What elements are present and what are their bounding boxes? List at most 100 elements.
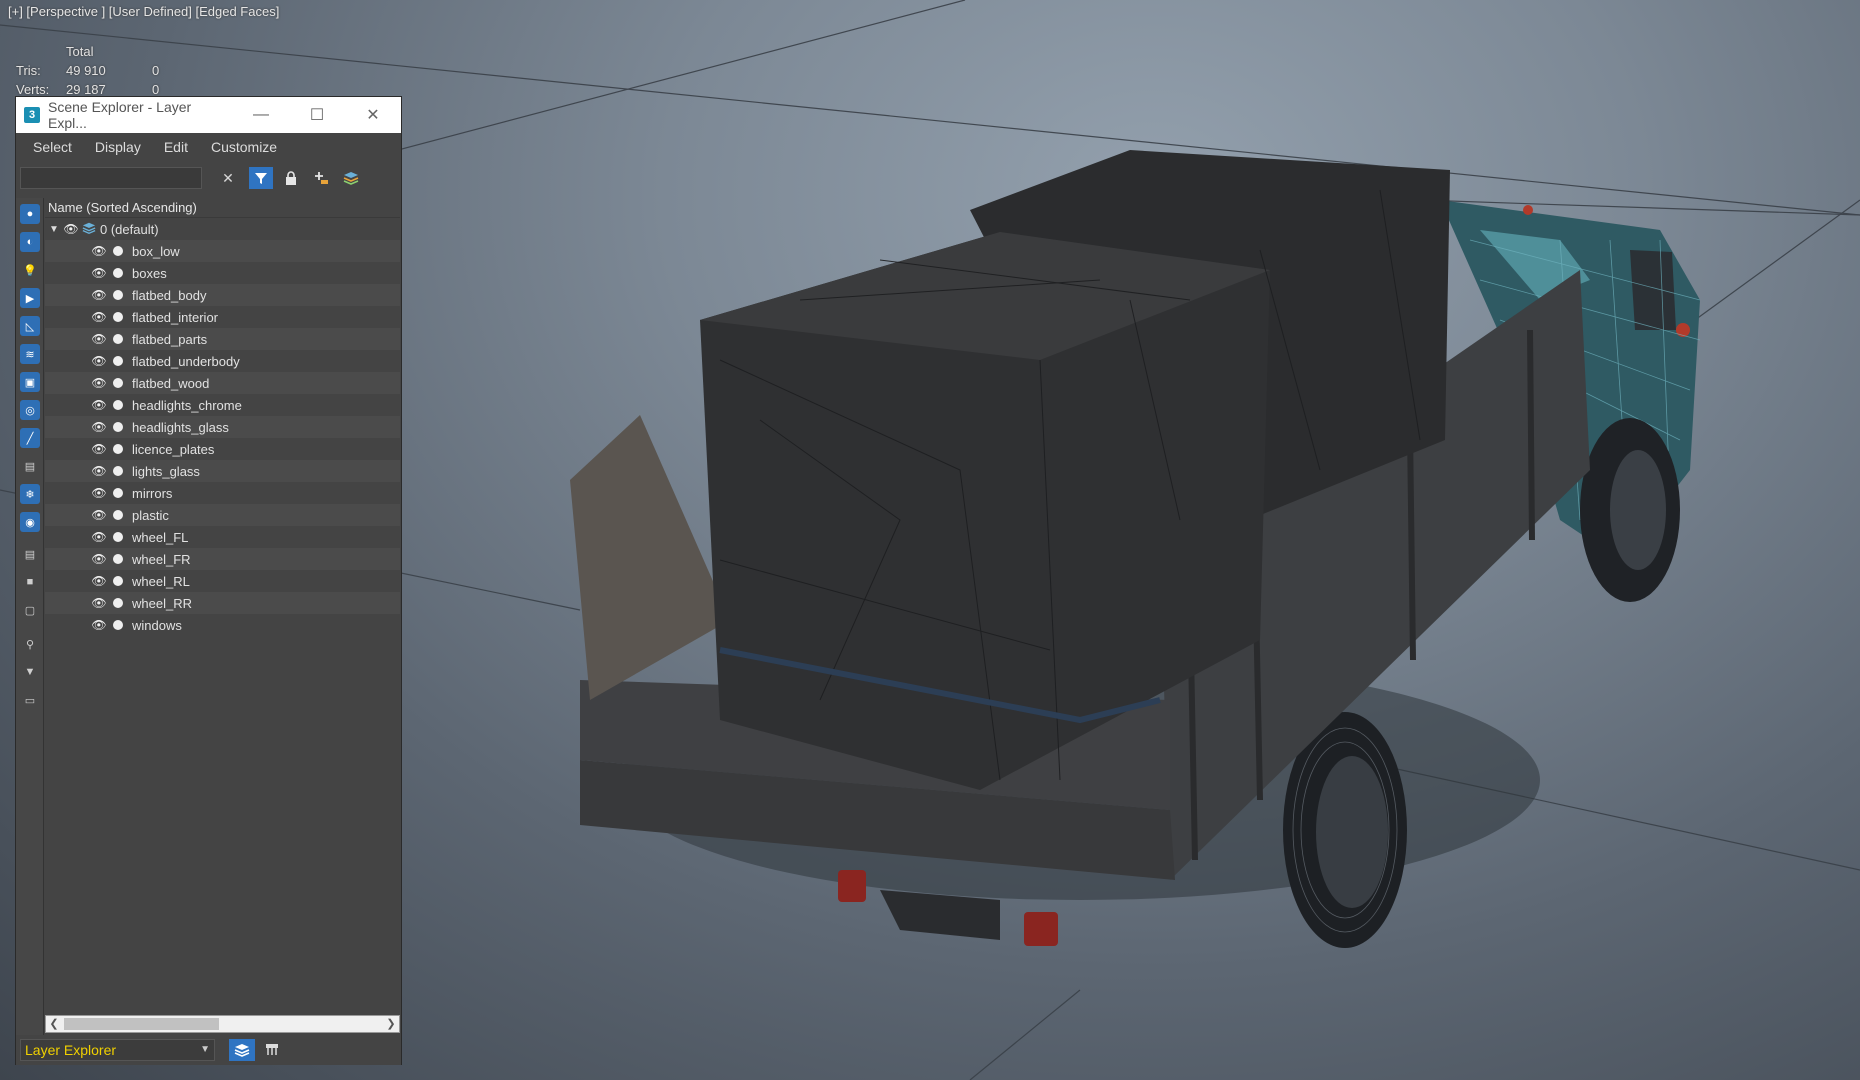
visibility-eye-icon[interactable]: 👁 (91, 618, 107, 632)
visibility-eye-icon[interactable]: 👁 (91, 552, 107, 566)
window-title: Scene Explorer - Layer Expl... (48, 99, 192, 131)
invert-display-icon[interactable]: ▢ (20, 600, 40, 620)
explorer-type-select[interactable]: Layer Explorer ▼ (20, 1039, 215, 1061)
object-name: wheel_RL (132, 573, 190, 589)
clear-search-icon[interactable]: ✕ (216, 167, 240, 189)
visibility-eye-icon[interactable]: 👁 (91, 310, 107, 324)
list-item[interactable]: 👁 headlights_glass (45, 416, 400, 438)
list-item[interactable]: 👁 headlights_chrome (45, 394, 400, 416)
lights-filter-icon[interactable]: 💡 (20, 260, 40, 280)
window-titlebar[interactable]: 3 Scene Explorer - Layer Expl... — ☐ ✕ (16, 97, 401, 133)
helpers-filter-icon[interactable]: ◺ (20, 316, 40, 336)
scroll-left-icon[interactable]: ❮ (46, 1016, 62, 1032)
list-item[interactable]: 👁 box_low (45, 240, 400, 262)
list-item[interactable]: 👁 flatbed_interior (45, 306, 400, 328)
horizontal-scrollbar[interactable]: ❮ ❯ (45, 1015, 400, 1033)
visibility-eye-icon[interactable]: 👁 (63, 222, 79, 236)
geometry-filter-icon[interactable]: ● (20, 204, 40, 224)
visibility-eye-icon[interactable]: 👁 (91, 508, 107, 522)
visibility-eye-icon[interactable]: 👁 (91, 354, 107, 368)
search-input[interactable] (20, 167, 202, 189)
bones-filter-icon[interactable]: ╱ (20, 428, 40, 448)
selection-sets-icon[interactable]: ▭ (20, 690, 40, 710)
collapse-arrow-icon[interactable]: ▼ (49, 224, 63, 235)
maximize-button[interactable]: ☐ (289, 97, 345, 133)
list-item[interactable]: 👁 flatbed_wood (45, 372, 400, 394)
scene-statistics: Total Tris: 49 910 0 Verts: 29 187 0 (16, 42, 371, 99)
xrefs-filter-icon[interactable]: ◎ (20, 400, 40, 420)
display-all-icon[interactable]: ▤ (20, 544, 40, 564)
groups-filter-icon[interactable]: ▣ (20, 372, 40, 392)
column-header-name[interactable]: Name (Sorted Ascending) (45, 198, 400, 218)
list-item[interactable]: 👁 wheel_FL (45, 526, 400, 548)
filter-icon[interactable] (249, 167, 273, 189)
add-layer-icon[interactable] (309, 167, 333, 189)
list-item[interactable]: 👁 plastic (45, 504, 400, 526)
filter-settings-icon[interactable]: ⚲ (20, 634, 40, 654)
list-item[interactable]: 👁 wheel_FR (45, 548, 400, 570)
close-button[interactable]: ✕ (345, 97, 401, 133)
containers-filter-icon[interactable]: ▤ (20, 456, 40, 476)
layers-icon[interactable] (339, 167, 363, 189)
lock-icon[interactable] (279, 167, 303, 189)
visibility-eye-icon[interactable]: 👁 (91, 332, 107, 346)
list-item[interactable]: 👁 lights_glass (45, 460, 400, 482)
list-item[interactable]: 👁 boxes (45, 262, 400, 284)
visibility-eye-icon[interactable]: 👁 (91, 596, 107, 610)
scroll-right-icon[interactable]: ❯ (383, 1016, 399, 1032)
object-name: flatbed_underbody (132, 353, 240, 369)
scene-explorer-window[interactable]: 3 Scene Explorer - Layer Expl... — ☐ ✕ S… (15, 96, 402, 1065)
spacewarps-filter-icon[interactable]: ≋ (20, 344, 40, 364)
list-item[interactable]: 👁 windows (45, 614, 400, 636)
hidden-filter-icon[interactable]: ◉ (20, 512, 40, 532)
object-dot-icon (113, 554, 123, 564)
object-dot-icon (113, 510, 123, 520)
visibility-eye-icon[interactable]: 👁 (91, 288, 107, 302)
object-name: flatbed_body (132, 287, 207, 303)
object-dot-icon (113, 246, 123, 256)
object-dot-icon (113, 400, 123, 410)
list-item[interactable]: 👁 flatbed_body (45, 284, 400, 306)
visibility-eye-icon[interactable]: 👁 (91, 486, 107, 500)
shapes-filter-icon[interactable]: ◐ (20, 232, 40, 252)
object-name: wheel_FR (132, 551, 191, 567)
visibility-eye-icon[interactable]: 👁 (91, 244, 107, 258)
scrollbar-thumb[interactable] (64, 1018, 219, 1030)
viewport-label[interactable]: [+] [Perspective ] [User Defined] [Edged… (8, 4, 279, 19)
layer-explorer-icon[interactable] (229, 1039, 255, 1061)
visibility-eye-icon[interactable]: 👁 (91, 266, 107, 280)
visibility-eye-icon[interactable]: 👁 (91, 420, 107, 434)
menu-display[interactable]: Display (95, 139, 141, 155)
object-dot-icon (113, 576, 123, 586)
list-item[interactable]: 👁 flatbed_underbody (45, 350, 400, 372)
visibility-eye-icon[interactable]: 👁 (91, 376, 107, 390)
visibility-eye-icon[interactable]: 👁 (91, 398, 107, 412)
hierarchy-icon[interactable] (259, 1039, 285, 1061)
list-item[interactable]: 👁 mirrors (45, 482, 400, 504)
list-item[interactable]: 👁 wheel_RR (45, 592, 400, 614)
frozen-filter-icon[interactable]: ❄ (20, 484, 40, 504)
visibility-eye-icon[interactable]: 👁 (91, 530, 107, 544)
object-name: plastic (132, 507, 169, 523)
menu-select[interactable]: Select (33, 139, 72, 155)
object-name: wheel_FL (132, 529, 189, 545)
object-dot-icon (113, 268, 123, 278)
list-item[interactable]: 👁 licence_plates (45, 438, 400, 460)
cameras-filter-icon[interactable]: ▶ (20, 288, 40, 308)
scene-list[interactable]: Name (Sorted Ascending) ▼ 👁 0 (default) … (45, 198, 400, 1015)
visibility-eye-icon[interactable]: 👁 (91, 464, 107, 478)
stats-selected: 0 (152, 63, 160, 78)
layer-row-default[interactable]: ▼ 👁 0 (default) (45, 218, 400, 240)
menu-edit[interactable]: Edit (164, 139, 188, 155)
minimize-button[interactable]: — (233, 97, 289, 133)
menu-customize[interactable]: Customize (211, 139, 277, 155)
layer-name: 0 (default) (100, 221, 159, 237)
visibility-eye-icon[interactable]: 👁 (91, 574, 107, 588)
object-dot-icon (113, 620, 123, 630)
display-none-icon[interactable]: ■ (20, 572, 40, 592)
visibility-eye-icon[interactable]: 👁 (91, 442, 107, 456)
list-item[interactable]: 👁 flatbed_parts (45, 328, 400, 350)
list-item[interactable]: 👁 wheel_RL (45, 570, 400, 592)
filter-funnel-icon[interactable]: ▼ (20, 662, 40, 682)
stats-row-tris: Tris: 49 910 0 (16, 61, 371, 80)
